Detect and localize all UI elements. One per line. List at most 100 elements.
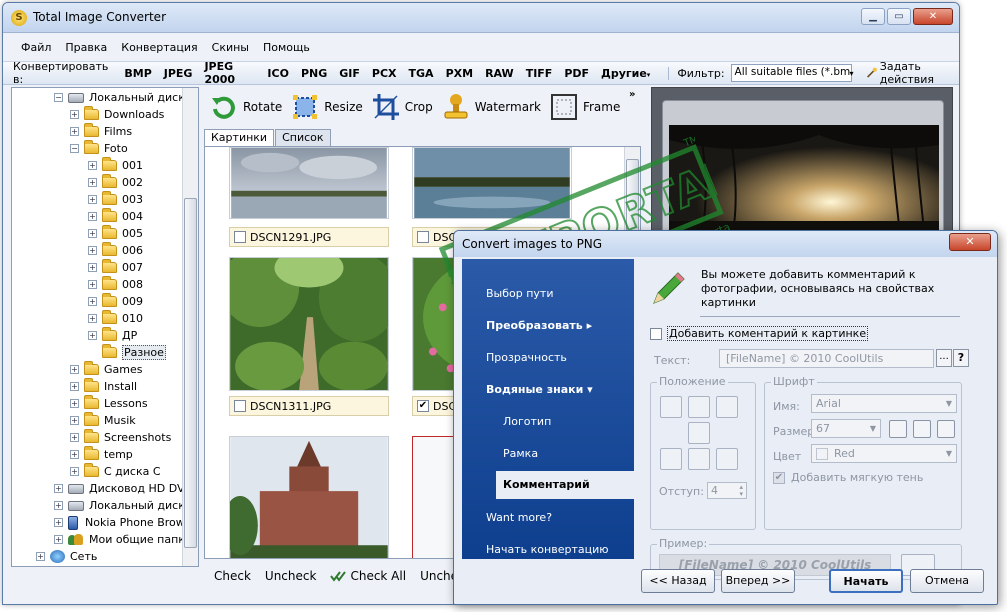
menu-help[interactable]: Помощь <box>263 41 310 54</box>
tree-item-folder[interactable]: +009 <box>88 293 143 310</box>
offset-stepper[interactable]: 4 ▴ ▾ <box>707 482 747 499</box>
nav-start-conversion[interactable]: Начать конвертацию <box>486 543 608 556</box>
dialog-close-button[interactable]: ✕ <box>949 233 991 251</box>
tree-item-folder[interactable]: +010 <box>88 310 143 327</box>
format-jpeg2000-button[interactable]: JPEG 2000 <box>204 60 255 86</box>
comment-text-field[interactable]: [FileName] © 2010 CoolUtils <box>719 349 934 368</box>
tree-item-folder[interactable]: +007 <box>88 259 143 276</box>
expand-icon[interactable]: + <box>88 195 97 204</box>
tree-item-folder[interactable]: + Install <box>70 378 137 395</box>
tree-item-folder[interactable]: + Games <box>70 361 142 378</box>
position-top-right[interactable] <box>716 396 738 418</box>
tree-item-folder[interactable]: + С диска С <box>70 463 161 480</box>
collapse-icon[interactable]: − <box>70 144 79 153</box>
expand-icon[interactable]: + <box>36 552 45 561</box>
soft-shadow-checkbox[interactable]: ✔ <box>773 471 785 484</box>
format-more-button[interactable]: Другие▾ <box>601 67 650 80</box>
browse-fields-button[interactable]: ... <box>936 349 952 367</box>
thumbnail-dscn-2[interactable] <box>412 147 572 222</box>
tree-scrollbar[interactable] <box>182 88 198 566</box>
back-button[interactable]: << Назад <box>641 569 715 593</box>
filter-select[interactable]: All suitable files (*.bmp,*.j <box>730 64 852 82</box>
menu-edit[interactable]: Правка <box>65 41 107 54</box>
frame-button[interactable]: Frame <box>549 92 620 122</box>
font-size-select[interactable]: 67 ▼ <box>811 419 881 438</box>
format-tiff-button[interactable]: TIFF <box>526 67 553 80</box>
crop-button[interactable]: Crop <box>371 92 433 122</box>
thumbnail-church[interactable] <box>222 436 389 558</box>
nav-logo[interactable]: Логотип <box>503 415 551 428</box>
tree-item-folder[interactable]: + temp <box>70 446 133 463</box>
expand-icon[interactable]: + <box>88 178 97 187</box>
expand-icon[interactable]: + <box>88 229 97 238</box>
check-button[interactable]: Check <box>214 569 251 583</box>
watermark-button[interactable]: Watermark <box>441 92 541 122</box>
position-bottom-center[interactable] <box>688 448 710 470</box>
expand-icon[interactable]: + <box>70 110 79 119</box>
format-gif-button[interactable]: GIF <box>339 67 360 80</box>
expand-icon[interactable]: + <box>54 518 63 527</box>
tree-item-folder[interactable]: + Musik <box>70 412 136 429</box>
folder-tree[interactable]: − Локальный диск (E + Downloads + Films − Foto +… <box>11 87 199 567</box>
font-name-select[interactable]: Arial ▼ <box>811 394 957 413</box>
expand-icon[interactable]: + <box>54 484 63 493</box>
dialog-title-bar[interactable]: Convert images to PNG ✕ <box>454 231 997 257</box>
tree-item-folder[interactable]: +001 <box>88 157 143 174</box>
menu-skins[interactable]: Скины <box>212 41 249 54</box>
expand-icon[interactable]: + <box>88 297 97 306</box>
thumbnail-checkbox[interactable] <box>417 231 429 243</box>
thumbnail-checkbox[interactable] <box>234 400 246 412</box>
menu-file[interactable]: Файл <box>21 41 51 54</box>
thumbnail-dscn1291[interactable] <box>229 147 389 222</box>
add-comment-checkbox-row[interactable]: Добавить коментарий к картинке <box>650 326 869 341</box>
thumbnail-checkbox[interactable]: ✔ <box>417 400 429 412</box>
bold-style-icon[interactable] <box>889 420 907 438</box>
font-color-select[interactable]: Red ▼ <box>811 444 957 463</box>
start-button[interactable]: Начать <box>829 569 903 593</box>
nav-choose-path[interactable]: Выбор пути <box>486 287 553 300</box>
filter-dropdown-arrow-icon[interactable]: ▾ <box>850 69 858 78</box>
tree-item-folder[interactable]: +003 <box>88 191 143 208</box>
next-button[interactable]: Вперед >> <box>721 569 795 593</box>
nav-frame[interactable]: Рамка <box>503 447 538 460</box>
tree-item-local-disk-h[interactable]: + Локальный диск (H <box>54 497 198 514</box>
soft-shadow-row[interactable]: ✔ Добавить мягкую тень <box>773 471 923 484</box>
thumbnail-checkbox[interactable] <box>234 231 246 243</box>
expand-icon[interactable]: + <box>88 331 97 340</box>
rotate-button[interactable]: Rotate <box>209 92 282 122</box>
uncheck-button[interactable]: Uncheck <box>265 569 317 583</box>
tree-item-folder[interactable]: − Foto <box>70 140 128 157</box>
more-actions-chevron-icon[interactable]: » <box>629 89 635 100</box>
thumbnail-dscn1311[interactable] <box>220 248 398 394</box>
nav-transparency[interactable]: Прозрачность <box>486 351 567 364</box>
close-button[interactable]: ✕ <box>913 8 953 25</box>
set-tasks-button[interactable]: Задать действия <box>866 60 959 86</box>
expand-icon[interactable]: + <box>54 501 63 510</box>
format-jpeg-button[interactable]: JPEG <box>164 67 193 80</box>
check-all-button[interactable]: Check All <box>330 569 406 583</box>
tree-item-folder[interactable]: +006 <box>88 242 143 259</box>
format-pxm-button[interactable]: PXM <box>446 67 474 80</box>
tab-list[interactable]: Список <box>275 129 331 147</box>
position-center[interactable] <box>688 422 710 444</box>
tree-item-folder[interactable]: +005 <box>88 225 143 242</box>
tree-item-network[interactable]: + Сеть <box>36 548 97 565</box>
tree-item-folder[interactable]: +004 <box>88 208 143 225</box>
format-pcx-button[interactable]: PCX <box>372 67 397 80</box>
format-tga-button[interactable]: TGA <box>409 67 434 80</box>
tree-item-folder[interactable]: +008 <box>88 276 143 293</box>
expand-icon[interactable]: + <box>54 535 63 544</box>
tree-item-local-disk-e[interactable]: − Локальный диск (E <box>54 89 198 106</box>
tree-item-folder[interactable]: + Lessons <box>70 395 148 412</box>
tree-item-nokia-phone[interactable]: + Nokia Phone Browse <box>54 514 197 531</box>
tree-item-folder[interactable]: + Films <box>70 123 132 140</box>
expand-icon[interactable]: + <box>88 212 97 221</box>
tree-item-folder[interactable]: + Downloads <box>70 106 164 123</box>
position-top-center[interactable] <box>688 396 710 418</box>
format-ico-button[interactable]: ICO <box>267 67 289 80</box>
tree-item-folder[interactable]: + Screenshots <box>70 429 171 446</box>
expand-icon[interactable]: + <box>70 450 79 459</box>
expand-icon[interactable]: + <box>70 433 79 442</box>
format-png-button[interactable]: PNG <box>301 67 327 80</box>
menu-convert[interactable]: Конвертация <box>121 41 197 54</box>
